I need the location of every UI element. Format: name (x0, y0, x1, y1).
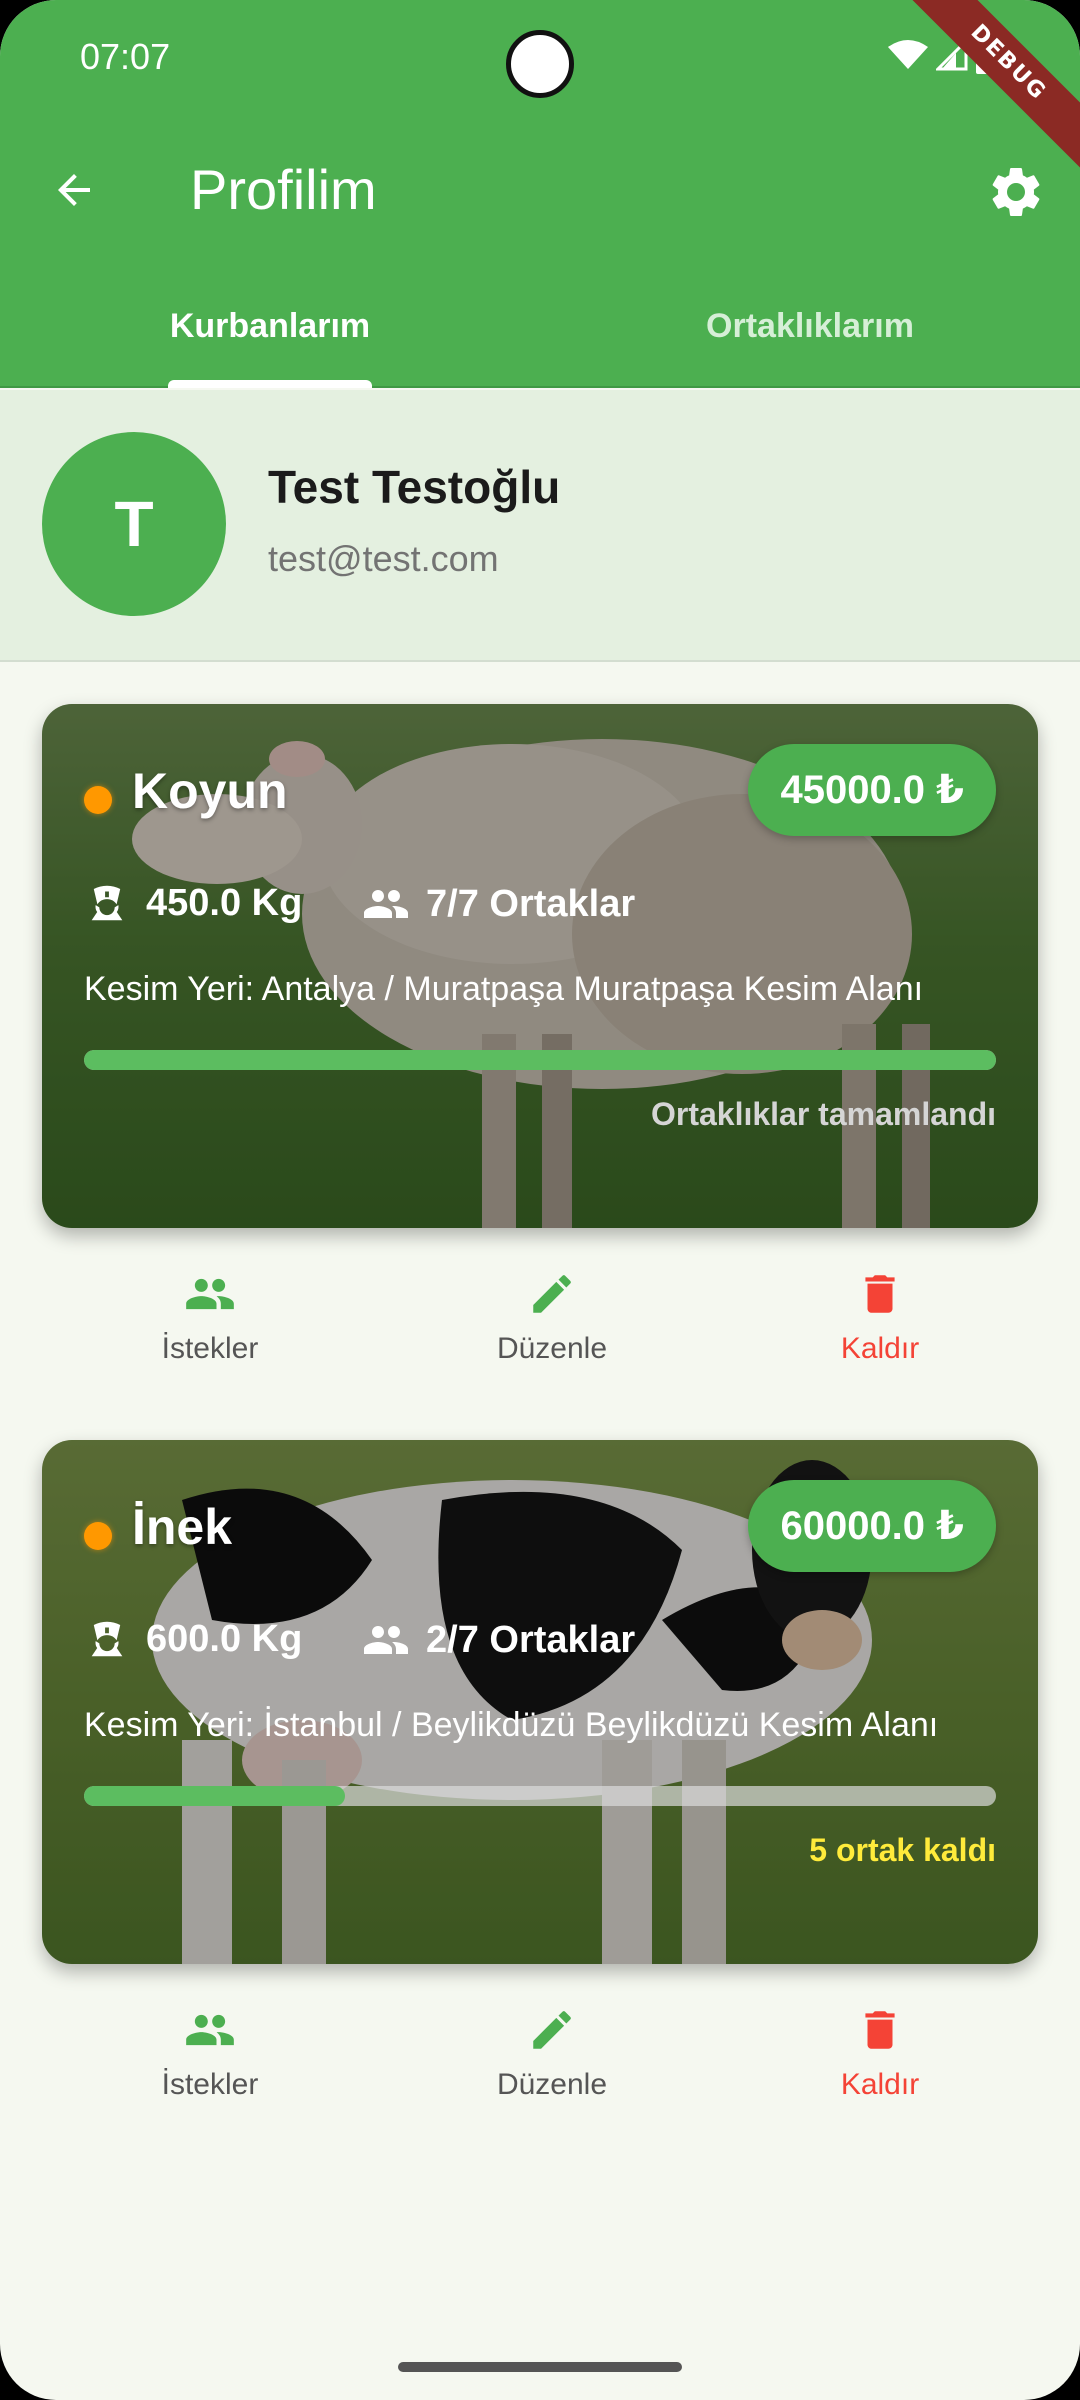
page-title: Profilim (190, 158, 377, 221)
scale-icon (91, 885, 123, 921)
tab-ortakliklarim[interactable]: Ortaklıklarım (630, 296, 990, 356)
animal-name: İnek (132, 1499, 233, 1555)
settings-button[interactable] (980, 156, 1052, 228)
partnership-progress (84, 1786, 996, 1806)
requests-button[interactable]: İstekler (100, 1266, 320, 1366)
people-icon (186, 1278, 234, 1310)
people-icon (364, 1626, 408, 1654)
edit-button[interactable]: Düzenle (442, 1266, 662, 1366)
profile-name: Test Testoğlu (268, 461, 561, 513)
price-badge: 60000.0 ₺ (748, 1480, 996, 1572)
partners-stat: 2/7 Ortaklar (362, 1616, 635, 1664)
app-screen: 07:07 DEBUG Profilim Kurbanlarım Ortaklı… (0, 0, 1080, 2400)
debug-banner: DEBUG (899, 0, 1080, 172)
weight-stat: 600.0 Kg (84, 1616, 302, 1662)
pencil-icon (533, 1275, 571, 1313)
requests-button[interactable]: İstekler (100, 2002, 320, 2102)
partnership-progress (84, 1050, 996, 1070)
pencil-icon (533, 2011, 571, 2049)
requests-label: İstekler (161, 1332, 259, 1365)
card-actions: İstekler Düzenle Kaldır (0, 1266, 1080, 1386)
edit-label: Düzenle (496, 1332, 608, 1365)
profile-email: test@test.com (268, 538, 499, 579)
weight-text: 450.0 Kg (146, 881, 303, 924)
status-time: 07:07 (80, 36, 171, 77)
remove-button[interactable]: Kaldır (770, 2002, 990, 2102)
location-text: Kesim Yeri: Antalya / Muratpaşa Muratpaş… (84, 970, 924, 1008)
people-icon (364, 890, 408, 918)
progress-fill (84, 1050, 996, 1070)
partners-stat: 7/7 Ortaklar (362, 880, 635, 928)
profile-header: T Test Testoğlu test@test.com (0, 390, 1080, 662)
remove-button[interactable]: Kaldır (770, 1266, 990, 1366)
arrow-back-icon (58, 174, 90, 206)
trash-icon (865, 2011, 895, 2049)
weight-stat: 450.0 Kg (84, 880, 302, 926)
price-badge: 45000.0 ₺ (748, 744, 996, 836)
people-icon (186, 2014, 234, 2046)
animal-card[interactable]: Koyun 45000.0 ₺ 450.0 Kg 7/7 Ortaklar Ke… (42, 704, 1038, 1228)
edit-label: Düzenle (496, 2068, 608, 2101)
progress-fill (84, 1786, 345, 1806)
app-bar: 07:07 DEBUG Profilim Kurbanlarım Ortaklı… (0, 0, 1080, 388)
gear-icon (992, 167, 1040, 216)
tab-kurbanlarim[interactable]: Kurbanlarım (90, 296, 450, 356)
status-dot (84, 786, 112, 814)
back-button[interactable] (40, 156, 108, 224)
card-actions: İstekler Düzenle Kaldır (0, 2002, 1080, 2122)
partners-text: 2/7 Ortaklar (426, 1618, 636, 1661)
wifi-icon (888, 40, 928, 69)
partners-text: 7/7 Ortaklar (426, 882, 636, 925)
animal-card[interactable]: İnek 60000.0 ₺ 600.0 Kg 2/7 Ortaklar Kes… (42, 1440, 1038, 1964)
status-dot (84, 1522, 112, 1550)
remove-label: Kaldır (840, 2068, 920, 2101)
scale-icon (91, 1621, 123, 1657)
camera-cutout (506, 30, 574, 98)
trash-icon (865, 1275, 895, 1313)
avatar: T (42, 432, 226, 616)
progress-status: 5 ortak kaldı (809, 1832, 996, 1868)
tab-indicator (168, 380, 372, 388)
location-text: Kesim Yeri: İstanbul / Beylikdüzü Beylik… (84, 1706, 939, 1744)
edit-button[interactable]: Düzenle (442, 2002, 662, 2102)
weight-text: 600.0 Kg (146, 1617, 303, 1660)
progress-status: Ortaklıklar tamamlandı (650, 1096, 996, 1132)
requests-label: İstekler (161, 2068, 259, 2101)
home-indicator[interactable] (398, 2362, 682, 2372)
animal-name: Koyun (132, 763, 288, 819)
remove-label: Kaldır (840, 1332, 920, 1365)
